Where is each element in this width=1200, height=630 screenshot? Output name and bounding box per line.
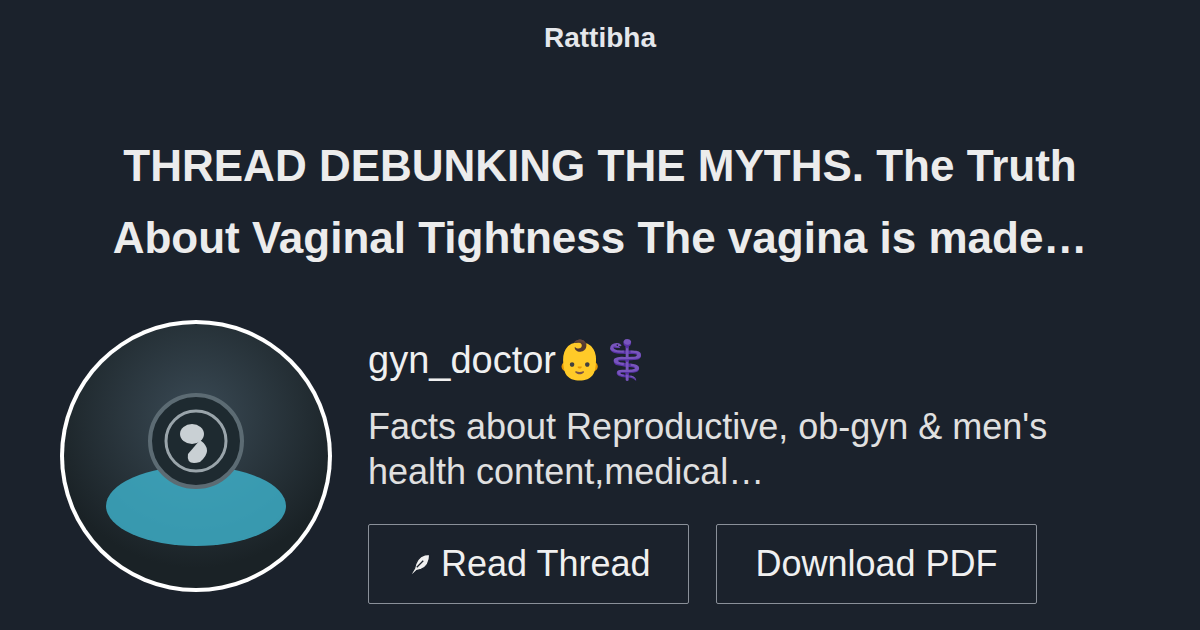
read-thread-button[interactable]: Read Thread	[368, 524, 689, 604]
profile-info: gyn_doctor👶⚕️ Facts about Reproductive, …	[368, 320, 1128, 604]
username: gyn_doctor👶⚕️	[368, 336, 1128, 384]
embryo-icon	[96, 356, 296, 556]
site-name: Rattibha	[544, 0, 656, 56]
share-card: Rattibha THREAD DEBUNKING THE MYTHS. The…	[0, 0, 1200, 630]
bio: Facts about Reproductive, ob-gyn & men's…	[368, 404, 1128, 494]
avatar	[60, 320, 332, 592]
profile-row: gyn_doctor👶⚕️ Facts about Reproductive, …	[0, 320, 1200, 604]
feather-icon	[407, 551, 433, 577]
button-label: Read Thread	[441, 542, 650, 586]
avatar-photo	[64, 324, 328, 588]
button-label: Download PDF	[755, 542, 997, 586]
thread-title: THREAD DEBUNKING THE MYTHS. The Truth Ab…	[60, 130, 1140, 274]
download-pdf-button[interactable]: Download PDF	[716, 524, 1036, 604]
button-row: Read Thread Download PDF	[368, 524, 1128, 604]
